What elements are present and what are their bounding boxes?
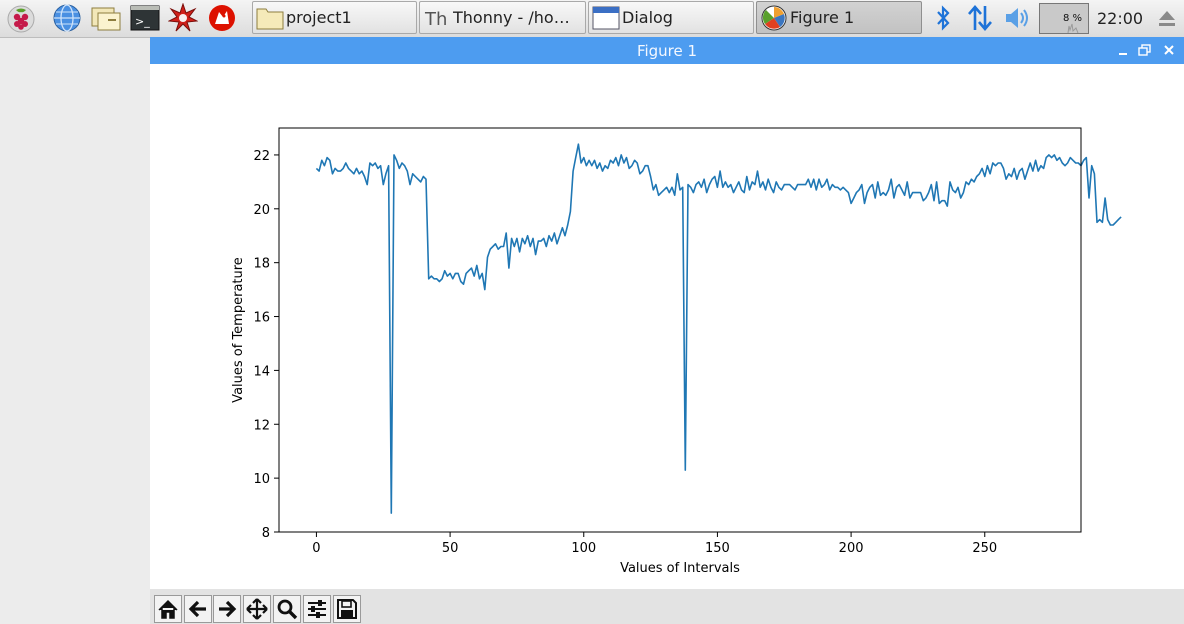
task-dialog[interactable]: Dialog xyxy=(588,1,754,34)
window-icon xyxy=(592,6,620,30)
forward-icon xyxy=(219,600,237,618)
task-label: Dialog xyxy=(622,8,673,27)
matplotlib-icon xyxy=(761,5,787,31)
eject-icon[interactable] xyxy=(1152,3,1182,33)
minimize-icon xyxy=(1119,53,1127,55)
navigation-toolbar xyxy=(150,589,1184,624)
home-button[interactable] xyxy=(154,595,182,623)
back-icon xyxy=(188,600,206,618)
forward-button[interactable] xyxy=(213,595,241,623)
x-tick-label: 250 xyxy=(972,541,997,556)
line-chart[interactable]: 0 50 100 150 200 250 8 10 12 14 16 18 20 22 Values of… xyxy=(150,64,1184,589)
configure-subplots-icon xyxy=(308,600,326,618)
web-browser-icon[interactable] xyxy=(52,3,82,33)
file-manager-icon[interactable] xyxy=(90,3,121,33)
y-tick-label: 20 xyxy=(253,203,270,218)
y-tick-label: 14 xyxy=(253,364,270,379)
pan-button[interactable] xyxy=(243,595,271,623)
terminal-icon[interactable]: >_ xyxy=(130,3,160,33)
folder-icon xyxy=(256,8,284,30)
thonny-icon: Th xyxy=(424,9,447,30)
svg-text:>_: >_ xyxy=(135,15,150,28)
x-tick-label: 150 xyxy=(705,541,730,556)
cpu-usage-label: 8 % xyxy=(1062,13,1082,24)
task-project1[interactable]: project1 xyxy=(252,1,417,34)
save-button[interactable] xyxy=(333,595,361,623)
y-tick-label: 18 xyxy=(253,257,270,272)
home-icon xyxy=(158,599,178,619)
y-tick-label: 12 xyxy=(253,418,270,433)
x-axis-label: Values of Intervals xyxy=(620,561,740,576)
clock[interactable]: 22:00 xyxy=(1097,9,1143,28)
svg-text:Th: Th xyxy=(424,9,447,30)
plot-canvas[interactable]: 0 50 100 150 200 250 8 10 12 14 16 18 20 22 Values of… xyxy=(150,64,1184,589)
window-title: Figure 1 xyxy=(636,42,698,60)
minimize-button[interactable] xyxy=(1114,41,1132,59)
pan-icon xyxy=(246,598,268,620)
configure-subplots-button[interactable] xyxy=(303,595,331,623)
mathematica-icon[interactable] xyxy=(167,2,199,33)
x-tick-label: 200 xyxy=(839,541,864,556)
x-tick-label: 100 xyxy=(571,541,596,556)
y-tick-label: 8 xyxy=(262,526,270,541)
raspberry-menu-icon[interactable] xyxy=(6,3,36,33)
y-tick-label: 16 xyxy=(253,311,270,326)
figure-window: Figure 1 0 50 100 150 200 250 8 10 12 14 16 18 20 22 … xyxy=(150,37,1184,624)
network-icon[interactable] xyxy=(965,3,995,33)
maximize-button[interactable] xyxy=(1136,41,1154,59)
y-axis-label: Values of Temperature xyxy=(231,257,246,403)
x-tick-label: 0 xyxy=(312,541,320,556)
temperature-series-line xyxy=(315,143,1122,514)
y-tick-label: 22 xyxy=(253,149,270,164)
cpu-monitor[interactable]: 8 % xyxy=(1039,3,1089,34)
volume-icon[interactable] xyxy=(1003,3,1033,33)
window-titlebar[interactable]: Figure 1 xyxy=(150,37,1184,64)
task-label: Thonny - /home... xyxy=(453,8,581,27)
task-label: Figure 1 xyxy=(790,8,855,27)
y-tick-label: 10 xyxy=(253,472,270,487)
task-thonny[interactable]: Th Thonny - /home... xyxy=(419,1,586,34)
wolfram-icon[interactable] xyxy=(207,3,237,33)
taskbar: >_ project1 Th Thonny - /home... Dialog … xyxy=(0,0,1184,38)
zoom-icon xyxy=(277,599,298,620)
save-icon xyxy=(337,599,357,619)
zoom-button[interactable] xyxy=(273,595,301,623)
task-figure1[interactable]: Figure 1 xyxy=(756,1,922,34)
restore-icon xyxy=(1138,44,1151,56)
close-icon xyxy=(1164,45,1174,55)
x-tick-label: 50 xyxy=(442,541,459,556)
bluetooth-icon[interactable] xyxy=(928,3,958,33)
back-button[interactable] xyxy=(184,595,212,623)
task-label: project1 xyxy=(286,8,352,27)
close-button[interactable] xyxy=(1160,41,1178,59)
